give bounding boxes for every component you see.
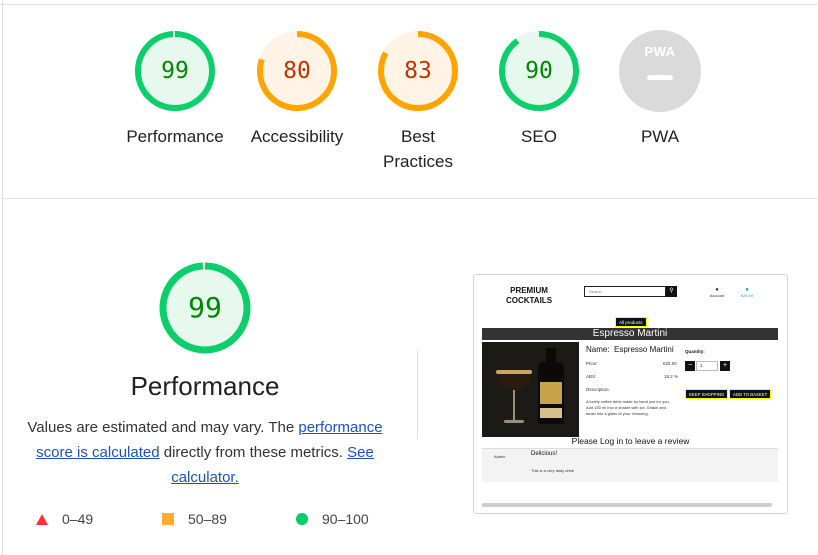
pwa-badge-icon: PWA [619,30,701,112]
performance-score-value: 99 [188,291,222,324]
gauge-label: Best Practices [383,127,453,171]
pwa-dash-icon [647,75,673,80]
section-divider [2,198,818,199]
glass-base [504,420,524,423]
cart-link: ● €25.99 [736,287,758,298]
performance-score-gauge: 99 [159,262,251,354]
add-to-basket-button: ADD TO BASKET [729,389,772,399]
top-divider [0,4,818,5]
login-prompt: Please Log in to leave a review [571,436,690,446]
price-label: Price: [586,361,598,366]
performance-note: Values are estimated and may vary. The p… [18,415,392,490]
review-card [482,448,778,482]
account-label: Account [709,293,725,298]
quantity-field: 1 [696,361,718,371]
bottle-label [540,382,562,404]
review-title: Delicious! [531,451,558,457]
legend-average: 50–89 [162,511,227,527]
glass-bowl [496,372,532,390]
legend-fail: 0–49 [36,511,93,527]
note-text-1: Values are estimated and may vary. The [27,419,299,436]
gauge-ring: 90 [498,30,580,112]
gauge-score: 83 [404,58,432,84]
bottle-label-lower [540,408,562,418]
red-triangle-icon [36,513,48,525]
orange-square-icon [162,513,174,525]
gauge-label: PWA [640,127,680,146]
gauge-accessibility[interactable]: 80 Accessibility [242,30,352,149]
cart-total: €25.99 [740,293,754,298]
gauge-best-practices[interactable]: 83 Best Practices [363,30,473,174]
vertical-divider [417,349,418,439]
gauge-score: 90 [525,58,553,84]
product-name-row: Name: Espresso Martini [586,345,674,354]
legend-fail-range: 0–49 [62,511,94,527]
review-divider [482,448,778,449]
description-text: A lovely coffee drink made by hand just … [586,399,670,416]
left-border [2,0,3,555]
performance-heading: Performance [130,371,280,401]
price-value: €25.00 [663,361,677,366]
legend-average-range: 50–89 [188,511,227,527]
abv-label: ABV: [586,374,597,379]
plus-icon: + [720,361,730,371]
final-screenshot: PREMIUM COCKTAILS Search ⚲ ● Account ● €25… [473,274,788,514]
gauge-label: Performance [126,127,224,146]
product-photo [482,342,579,437]
gauge-score: 99 [161,58,189,84]
gauge-performance[interactable]: 99 Performance [120,30,230,149]
site-brand: PREMIUM COCKTAILS [505,286,553,305]
gauge-label: Accessibility [250,127,344,146]
glass-stem [513,390,515,420]
note-text-2: directly from these metrics. [159,444,348,461]
review-body: This is a very tasty drink [531,468,574,473]
name-label: Name: [586,345,610,354]
quantity-label: Quantity: [685,349,705,354]
site-search-input: Search [584,286,666,297]
gauge-seo[interactable]: 90 SEO [484,30,594,149]
abv-value: 18.2 % [664,374,679,379]
gauge-label: SEO [521,127,557,146]
gauge-ring: 80 [256,30,338,112]
name-value: Espresso Martini [614,345,674,354]
gauge-ring: 83 [377,30,459,112]
gauge-ring: 99 [134,30,216,112]
review-author: Admin [494,454,506,459]
account-link: ● Account [704,287,730,298]
legend-pass-range: 90–100 [322,511,369,527]
product-title: Espresso Martini [482,328,778,340]
legend-pass: 90–100 [296,511,369,527]
glass-foam [496,370,532,374]
all-products-badge: All products [615,317,647,327]
gauge-score: 80 [283,58,311,84]
gauge-pwa[interactable]: PWA PWA [605,30,715,149]
minus-icon: − [685,361,695,371]
magnifier-icon: ⚲ [666,286,677,297]
description-label: Description: [586,387,610,392]
horizontal-scrollbar [482,503,772,507]
keep-shopping-button: KEEP SHOPPING [685,389,729,399]
green-circle-icon [296,513,308,525]
pwa-badge-text: PWA [644,44,676,59]
